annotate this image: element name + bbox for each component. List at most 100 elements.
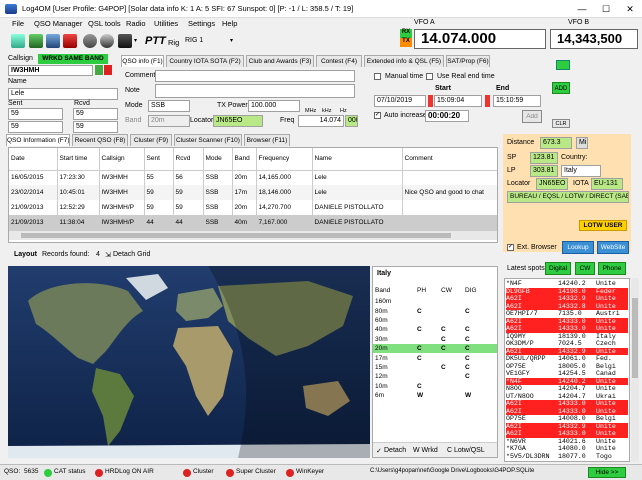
rst-sent-input[interactable]: 59 [8,108,63,120]
super-cluster-status[interactable]: Super Cluster [236,468,276,475]
tab-cluster[interactable]: Cluster (F9) [130,134,172,146]
grid-row[interactable]: 30m C C [373,335,497,344]
locator-input[interactable]: JN65EO [213,115,263,127]
name-input[interactable]: Lele [8,88,118,100]
spot-row[interactable]: DK5UL/QRPP 14061.0 Fed. [506,355,628,363]
col-sent[interactable]: Sent [144,148,174,171]
grid-row[interactable]: 160m [373,297,497,306]
col-callsign[interactable]: Callsign [99,148,145,171]
grid-row[interactable]: 40m C C C [373,325,497,334]
menu-utilities[interactable]: Utilities [154,19,178,28]
date-input[interactable]: 07/10/2019 [374,95,426,107]
clear-icon[interactable] [104,65,112,75]
table-row[interactable]: 21/09/2013 12:52:29 IW3HMH/P 59 59 SSB 20m 14,2… [9,200,497,215]
col-date[interactable]: Date [9,148,58,171]
spot-row[interactable]: VE1GFY 14254.5 Canad [506,370,628,378]
use-real-end-checkbox[interactable] [426,73,433,80]
grid-row[interactable]: 17m C C [373,353,497,362]
grid-row[interactable]: 15m C C [373,363,497,372]
spot-row[interactable]: A62I 14333.0 Unite [506,400,628,408]
detach-grid-button[interactable]: Detach Grid [113,251,150,258]
auto-increase-checkbox[interactable]: ✓ [374,112,381,119]
menu-file[interactable]: File [12,19,24,28]
world-map[interactable] [8,266,370,458]
start-time-input[interactable]: 15:09:04 [434,95,482,107]
cat-status[interactable]: CAT status [54,468,86,475]
tab-recent-qso[interactable]: Recent QSO (F8) [72,134,128,146]
tab-qso-info[interactable]: QSO info (F1) [121,55,164,67]
ptt-label[interactable]: PTT [145,35,166,47]
chevron-down-icon[interactable]: ▾ [134,37,137,44]
pin-icon[interactable]: ⇲ [105,251,111,259]
book-icon[interactable] [63,34,77,48]
menu-qsl-tools[interactable]: QSL tools [88,19,121,28]
table-row[interactable]: 21/09/2013 11:38:04 IW3HMH/P 44 44 SSB 40m 7,16… [9,215,497,230]
satellite-icon[interactable] [118,34,132,48]
col-start-time[interactable]: Start time [57,148,100,171]
spot-row[interactable]: UT/N8OO 14204.7 Ukrai [506,393,628,401]
rcvd-extra-input[interactable]: 59 [73,121,118,133]
save-log-icon[interactable] [556,60,570,70]
spot-row[interactable]: A62I 14332.9 Unite [506,347,628,355]
mode-select[interactable]: SSB [148,100,190,112]
cluster-status[interactable]: Cluster [193,468,214,475]
maximize-button[interactable]: ☐ [594,0,618,18]
txpower-input[interactable]: 100.000 [248,100,300,112]
scrollbar-thumb[interactable] [21,233,451,238]
spots-scrollbar[interactable] [631,278,639,462]
spot-row[interactable]: A62I 14333.0 Unite [506,407,628,415]
cluster-icon[interactable] [29,34,43,48]
chevron-down-icon[interactable]: ▾ [230,37,233,44]
spot-row[interactable]: *N4F 14240.2 Unite [506,280,628,288]
note-input[interactable] [155,84,355,98]
minimize-button[interactable]: — [570,0,594,18]
grid-row[interactable]: 10m C [373,382,497,391]
table-row[interactable]: 16/05/2015 17:23:30 IW3HMH 55 56 SSB 20m 14,165… [9,170,497,185]
col-name[interactable]: Name [312,148,403,171]
tab-club-awards[interactable]: Club and Awards (F3) [246,55,314,67]
spot-row[interactable]: A62I 14333.0 Unite [506,317,628,325]
grid-row-selected[interactable]: 20m C C C [373,343,497,354]
tab-cluster-scanner[interactable]: Cluster Scanner (F10) [174,134,242,146]
comment-input[interactable] [155,70,355,82]
table-row[interactable]: 23/02/2014 10:45:01 IW3HMH 59 59 SSB 17m 18,146… [9,185,497,200]
col-mode[interactable]: Mode [203,148,233,171]
close-button[interactable]: ✕ [618,0,642,18]
spot-row[interactable]: *N6VR 14021.6 Unite [506,438,628,446]
winkeyer-status[interactable]: WinKeyer [296,468,324,475]
vfo-a-frequency[interactable]: 14.074.000 [414,29,546,49]
col-frequency[interactable]: Frequency [256,148,313,171]
spot-row[interactable]: A62I 14332.8 Unite [506,302,628,310]
website-button[interactable]: WebSite [597,241,629,254]
spot-row[interactable]: N8OO 14204.7 Unite [506,385,628,393]
spot-row[interactable]: OE7HPI/7 7135.0 Austri [506,310,628,318]
sent-extra-input[interactable]: 59 [8,121,63,133]
spot-row[interactable]: OK3DM/P 7024.5 Czech [506,340,628,348]
spot-row[interactable]: A62I 14332.9 Unite [506,422,628,430]
lookup-icon[interactable] [95,65,103,75]
spot-row[interactable]: *5V5/DL3DRN 18077.0 Togo [506,453,628,461]
tab-sat-prop[interactable]: SAT/Prop (F6) [446,55,490,67]
tab-browser[interactable]: Browser (F11) [244,134,290,146]
filter-digital-button[interactable]: Digital [545,262,571,275]
detach-icon[interactable]: ✓ [376,447,382,455]
band-select[interactable]: 20m [148,115,190,127]
clear-button[interactable]: CLR [552,119,570,128]
lookup-button[interactable]: Lookup [562,241,594,254]
freq-input[interactable]: 14.074 [298,115,344,127]
headphones-icon[interactable] [100,34,114,48]
spot-row[interactable]: A62I 14332.9 Unite [506,295,628,303]
settings-icon[interactable] [83,34,97,48]
menu-settings[interactable]: Settings [188,19,215,28]
menu-qso-manager[interactable]: QSO Manager [34,19,82,28]
filter-cw-button[interactable]: CW [575,262,595,275]
grid-row[interactable]: 12m C [373,372,497,381]
layout-label[interactable]: Layout [14,251,37,258]
tab-contest[interactable]: Contest (F4) [316,55,362,67]
spot-row[interactable]: IQ9MY 18139.0 Italy [506,333,628,341]
wifi-icon[interactable] [11,34,25,48]
filter-phone-button[interactable]: Phone [598,262,626,275]
grid-row[interactable]: 80m C C [373,306,497,315]
hrdlog-status[interactable]: HRDLog ON AIR [105,468,154,475]
grid-row[interactable]: 6m W W [373,391,497,400]
